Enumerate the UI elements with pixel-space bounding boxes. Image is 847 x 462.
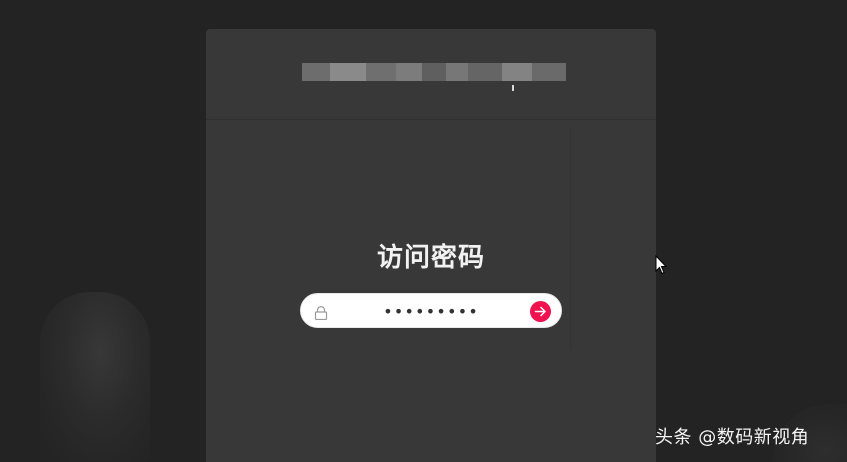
arrow-right-icon [530, 301, 551, 322]
lock-icon [314, 305, 328, 321]
panel-header [206, 29, 656, 120]
screen: 访问密码 头条 @数码新视角 [0, 0, 847, 462]
watermark: 头条 @数码新视角 [655, 427, 810, 448]
submit-button[interactable] [530, 301, 551, 322]
access-password-heading: 访问密码 [376, 243, 485, 273]
password-panel: 访问密码 [206, 29, 656, 462]
mouse-pointer-icon [655, 254, 668, 275]
password-input[interactable] [341, 298, 521, 324]
pixelated-site-title [302, 63, 566, 81]
background-portrait [40, 292, 150, 462]
password-field-container [300, 293, 562, 328]
pixelated-mark [512, 85, 514, 91]
